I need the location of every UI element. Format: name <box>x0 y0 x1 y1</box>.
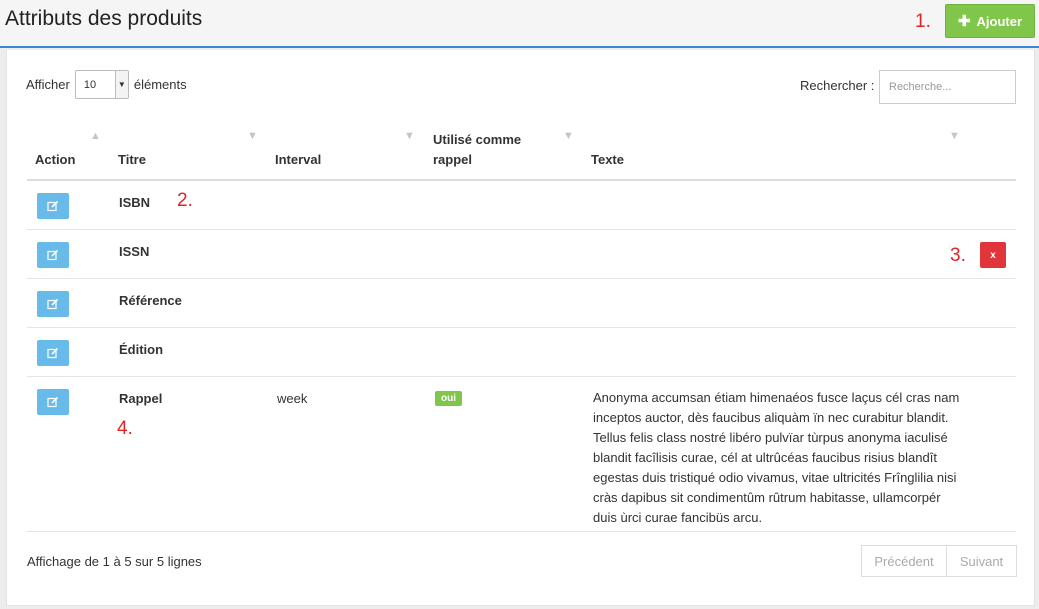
reminder-badge: oui <box>435 391 462 406</box>
page-length-control: Afficher 10 ▼ éléments <box>26 70 187 99</box>
column-header-action[interactable]: Action <box>35 150 75 170</box>
edit-button[interactable] <box>37 193 69 219</box>
cell-title: ISBN <box>119 195 151 210</box>
cell-interval: week <box>277 391 308 406</box>
page-header: Attributs des produits 1. ✚ Ajouter <box>0 0 1039 48</box>
table-header: Action ▲ Titre ▼ Interval ▼ Utilisé comm… <box>27 124 1016 181</box>
edit-icon <box>47 396 59 408</box>
search-input[interactable] <box>879 70 1016 104</box>
attributes-panel: Afficher 10 ▼ éléments Rechercher : Acti… <box>6 50 1035 606</box>
sort-asc-icon: ▲ <box>90 130 101 142</box>
column-header-reminder-line1: Utilisé comme <box>433 132 522 147</box>
page-length-value: 10 <box>83 79 97 91</box>
column-header-title[interactable]: Titre <box>118 150 146 170</box>
add-button[interactable]: ✚ Ajouter <box>945 4 1035 38</box>
add-button-label: Ajouter <box>976 13 1023 29</box>
edit-icon <box>47 347 59 359</box>
previous-button[interactable]: Précédent <box>861 545 947 577</box>
callout-4: 4. <box>117 418 133 439</box>
sort-icon: ▼ <box>404 130 415 142</box>
table-row: Édition <box>27 328 1016 377</box>
edit-icon <box>47 200 59 212</box>
edit-button[interactable] <box>37 389 69 415</box>
edit-button[interactable] <box>37 291 69 317</box>
table-row: Référence <box>27 279 1016 328</box>
dropdown-arrow-icon: ▼ <box>114 71 128 98</box>
column-header-interval[interactable]: Interval <box>275 150 321 170</box>
callout-1: 1. <box>915 11 931 32</box>
show-suffix: éléments <box>133 77 187 92</box>
column-header-reminder-line2: rappel <box>433 152 473 167</box>
column-header-text[interactable]: Texte <box>591 150 624 170</box>
edit-button[interactable] <box>37 242 69 268</box>
delete-button[interactable]: x <box>980 242 1006 268</box>
sort-icon: ▼ <box>563 130 574 142</box>
plus-icon: ✚ <box>957 13 971 30</box>
page-title: Attributs des produits <box>5 7 203 30</box>
callout-3: 3. <box>950 245 966 266</box>
cell-title: Rappel <box>119 391 163 406</box>
table-row: Rappel 4. week oui Anonyma accumsan étia… <box>27 377 1016 532</box>
sort-icon: ▼ <box>949 130 960 142</box>
edit-button[interactable] <box>37 340 69 366</box>
column-header-reminder[interactable]: Utilisé comme rappel <box>433 130 521 170</box>
pagination: Précédent Suivant <box>861 545 1017 577</box>
page-length-select[interactable]: 10 ▼ <box>74 70 129 99</box>
table-row: ISBN 2. <box>27 181 1016 230</box>
search-label: Rechercher : <box>800 78 875 93</box>
cell-title: Édition <box>119 342 164 357</box>
show-prefix: Afficher <box>26 77 70 92</box>
cell-text: Anonyma accumsan étiam himenaéos fusce l… <box>593 390 960 525</box>
table-row: ISSN 3. x <box>27 230 1016 279</box>
next-button[interactable]: Suivant <box>947 545 1017 577</box>
cell-title: ISSN <box>119 244 150 259</box>
sort-icon: ▼ <box>247 130 258 142</box>
edit-icon <box>47 249 59 261</box>
edit-icon <box>47 298 59 310</box>
callout-2: 2. <box>177 190 193 211</box>
pagination-info: Affichage de 1 à 5 sur 5 lignes <box>27 554 202 569</box>
cell-title: Référence <box>119 293 182 308</box>
